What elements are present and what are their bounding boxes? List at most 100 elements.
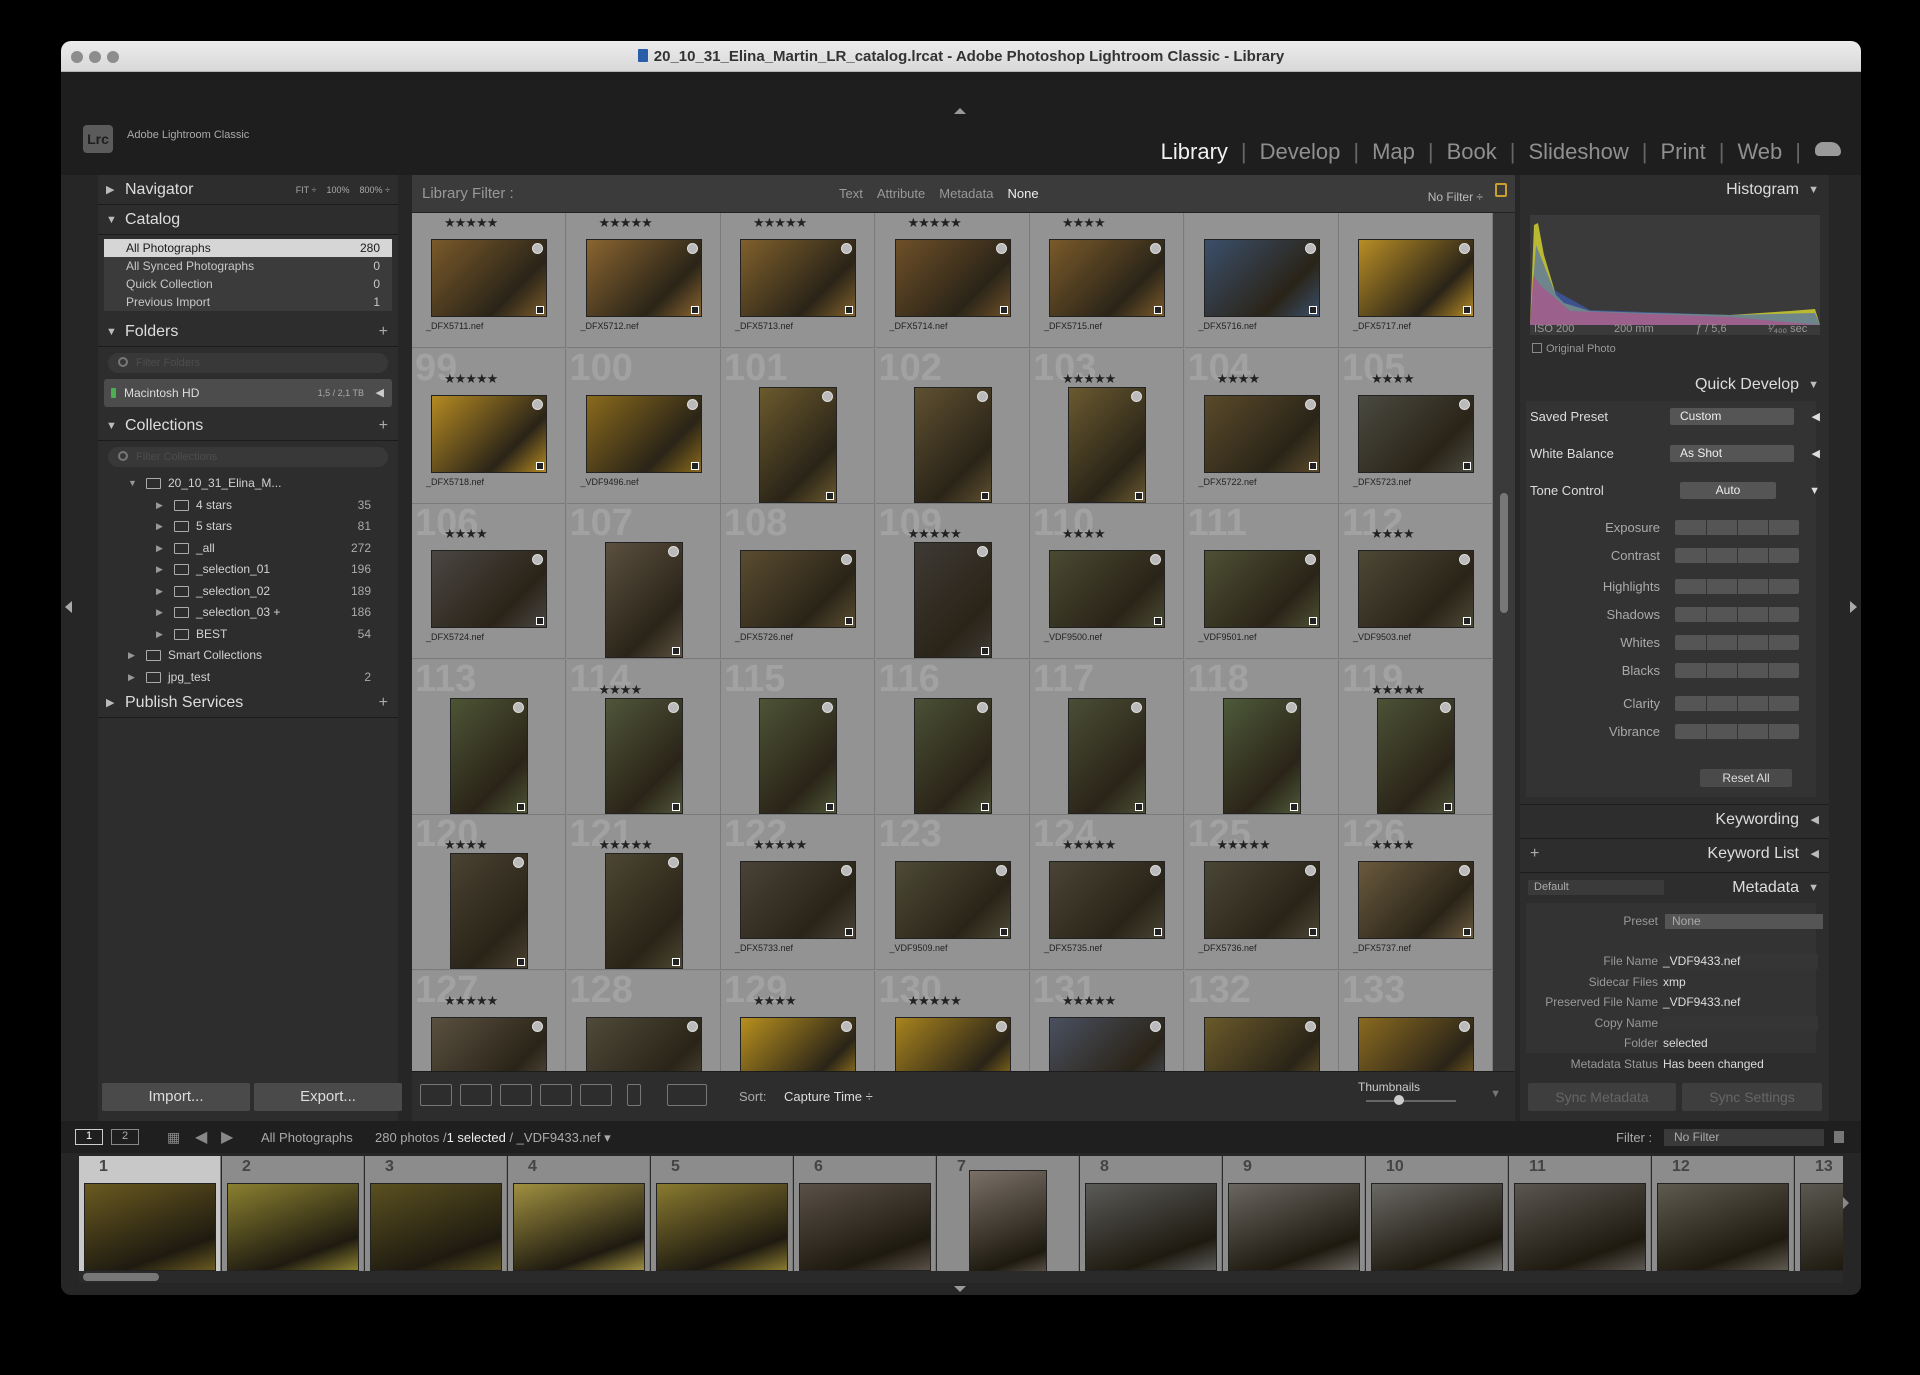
thumbnail-image[interactable]	[431, 239, 548, 317]
pick-flag-icon[interactable]	[841, 243, 853, 254]
pick-flag-icon[interactable]	[686, 243, 698, 254]
star-rating[interactable]: ★★★★★	[908, 526, 962, 542]
grid-cell[interactable]: ★★★★ _DFX5715.nef	[1030, 213, 1184, 348]
star-rating[interactable]: ★★★★★	[444, 371, 498, 387]
catalog-item[interactable]: All Synced Photographs 0	[104, 257, 392, 275]
painter-icon[interactable]	[627, 1084, 641, 1106]
grid-cell[interactable]: 131 ★★★★★	[1030, 970, 1184, 1071]
grid-cell[interactable]: 114★★★★_VDF9505.nef	[566, 659, 721, 815]
export-button[interactable]: Export...	[254, 1083, 402, 1111]
bottom-panel-toggle-icon[interactable]	[954, 1286, 966, 1292]
grid-cell[interactable]: 121★★★★★_DFX5731.nef	[566, 815, 721, 970]
thumbnail-image[interactable]	[1358, 861, 1475, 939]
thumbnail-image[interactable]	[894, 861, 1011, 939]
thumbnail-image[interactable]	[913, 386, 992, 503]
grid-cell[interactable]: 99 ★★★★★ _DFX5718.nef	[412, 348, 566, 504]
pick-flag-icon[interactable]	[686, 398, 698, 410]
thumbnail-image[interactable]	[585, 239, 702, 317]
star-rating[interactable]: ★★★★★	[908, 215, 962, 231]
grid-cell[interactable]: 116_VDF9507.nef	[875, 659, 1030, 815]
pick-flag-icon[interactable]	[1285, 701, 1297, 713]
pick-flag-icon[interactable]	[667, 546, 679, 557]
grid-scrollbar[interactable]	[1493, 213, 1515, 1071]
filmstrip-thumbnail[interactable]	[969, 1170, 1047, 1271]
zoom-100[interactable]: 100%	[326, 185, 349, 195]
filmstrip-cell[interactable]: 13	[1795, 1156, 1843, 1271]
quick-develop-adjust-buttons[interactable]	[1675, 663, 1799, 678]
star-rating[interactable]: ★★★★★	[1062, 371, 1116, 387]
pick-flag-icon[interactable]	[1304, 243, 1316, 254]
zoom-fit[interactable]: FIT ÷	[296, 185, 317, 195]
star-rating[interactable]: ★★★★★	[1062, 837, 1116, 853]
collection-item[interactable]: ▶ _all 272	[98, 538, 398, 560]
thumbnail-image[interactable]	[894, 239, 1011, 317]
pick-flag-icon[interactable]	[822, 701, 834, 713]
pick-flag-icon[interactable]	[1304, 1020, 1316, 1032]
grid-cell[interactable]: 124 ★★★★★ _DFX5735.nef	[1030, 815, 1184, 970]
star-rating[interactable]: ★★★★	[1371, 526, 1415, 542]
grid-cell[interactable]: 110 ★★★★ _VDF9500.nef	[1030, 504, 1184, 659]
zoom-800[interactable]: 800% ÷	[360, 185, 390, 195]
grid-cell[interactable]: ★★★★★ _DFX5713.nef	[721, 213, 875, 348]
quick-develop-adjust-buttons[interactable]	[1675, 579, 1799, 594]
grid-cell[interactable]: 132	[1184, 970, 1339, 1071]
quick-develop-adjust-buttons[interactable]	[1675, 635, 1799, 650]
disclosure-triangle-icon[interactable]: ▶	[128, 667, 135, 689]
loupe-view-icon[interactable]	[460, 1084, 492, 1106]
back-arrow-icon[interactable]: ◀	[195, 1127, 207, 1147]
filmstrip-thumbnail[interactable]	[84, 1183, 216, 1271]
original-photo-checkbox[interactable]: Original Photo	[1532, 343, 1616, 355]
folders-header[interactable]: ▼ Folders +	[98, 317, 398, 347]
thumbnail-image[interactable]	[740, 1016, 857, 1071]
filter-option-attribute[interactable]: Attribute	[870, 186, 932, 201]
keyword-list-header[interactable]: + Keyword List ◀	[1520, 838, 1829, 868]
sync-metadata-button[interactable]: Sync Metadata	[1528, 1083, 1676, 1111]
filter-collections-input[interactable]: Filter Collections	[108, 447, 388, 467]
star-rating[interactable]: ★★★★★	[599, 215, 653, 231]
pick-flag-icon[interactable]	[995, 865, 1007, 876]
thumbnail-image[interactable]	[1377, 697, 1456, 814]
filmstrip-thumbnail[interactable]	[656, 1183, 788, 1271]
pick-flag-icon[interactable]	[532, 398, 544, 410]
thumbnail-image[interactable]	[585, 1016, 702, 1071]
filter-preset-select[interactable]: No Filter ÷	[1428, 178, 1483, 216]
pick-flag-icon[interactable]	[995, 243, 1007, 254]
star-rating[interactable]: ★★★★★	[1371, 682, 1425, 698]
filter-option-none[interactable]: None	[1000, 186, 1045, 201]
pick-flag-icon[interactable]	[532, 243, 544, 254]
collections-header[interactable]: ▼ Collections +	[98, 411, 398, 441]
filmstrip-thumbnail[interactable]	[1085, 1183, 1217, 1271]
filter-folders-input[interactable]: Filter Folders	[108, 353, 388, 373]
grid-cell[interactable]: 115_VDF9506.nef	[721, 659, 875, 815]
catalog-item[interactable]: All Photographs 280	[104, 239, 392, 257]
star-rating[interactable]: ★★★★★	[753, 837, 807, 853]
disclosure-triangle-icon[interactable]: ▶	[156, 602, 163, 624]
pick-flag-icon[interactable]	[1459, 554, 1471, 565]
thumbnail-size-knob[interactable]	[1394, 1095, 1404, 1105]
quick-develop-adjust-buttons[interactable]	[1675, 607, 1799, 622]
filmstrip-cell[interactable]: 10	[1366, 1156, 1508, 1271]
collection-item[interactable]: ▶ _selection_03 + 186	[98, 602, 398, 624]
pick-flag-icon[interactable]	[976, 701, 988, 713]
star-rating[interactable]: ★★★★★	[753, 215, 807, 231]
pick-flag-icon[interactable]	[995, 1020, 1007, 1032]
filmstrip-thumbnail[interactable]	[1228, 1183, 1360, 1271]
filter-lock-icon[interactable]	[1834, 1131, 1844, 1143]
grid-cell[interactable]: 102_DFX5720.nef	[875, 348, 1030, 504]
metadata-field-input[interactable]	[1660, 1015, 1818, 1031]
filmstrip-cell[interactable]: 3	[365, 1156, 507, 1271]
lock-icon[interactable]	[1495, 183, 1507, 197]
filmstrip-cell[interactable]: 7	[937, 1156, 1079, 1271]
pick-flag-icon[interactable]	[1150, 243, 1162, 254]
filmstrip-thumbnail[interactable]	[513, 1183, 645, 1271]
thumbnail-image[interactable]	[740, 861, 857, 939]
module-map[interactable]: Map	[1359, 139, 1428, 165]
thumbnail-image[interactable]	[1203, 550, 1320, 628]
filmstrip-source[interactable]: All Photographs	[261, 1130, 353, 1145]
pick-flag-icon[interactable]	[1150, 1020, 1162, 1032]
quick-develop-adjust-buttons[interactable]	[1675, 520, 1799, 535]
filmstrip-cell[interactable]: 8	[1080, 1156, 1222, 1271]
thumbnail-image[interactable]	[913, 542, 992, 658]
pick-flag-icon[interactable]	[1150, 865, 1162, 876]
catalog-header[interactable]: ▼ Catalog	[98, 205, 398, 235]
